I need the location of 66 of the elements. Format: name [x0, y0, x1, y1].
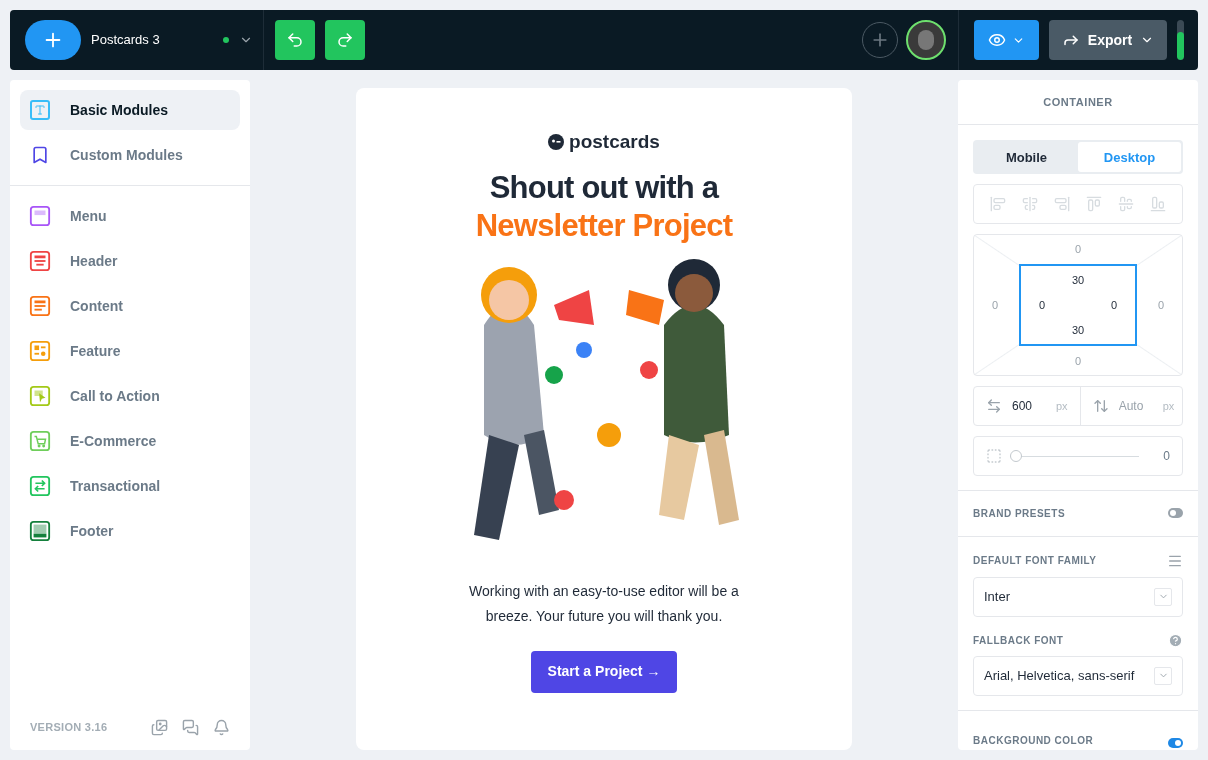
radius-slider[interactable] [1010, 450, 1140, 463]
margin-top-value[interactable]: 0 [1074, 241, 1082, 258]
module-item[interactable]: Call to Action [20, 376, 240, 416]
module-item[interactable]: Footer [20, 511, 240, 551]
width-unit: px [1056, 399, 1068, 415]
module-item[interactable]: Content [20, 286, 240, 326]
align-icon[interactable] [1086, 196, 1102, 213]
user-avatar[interactable] [906, 20, 946, 60]
margin-right-value[interactable]: 0 [1157, 297, 1164, 314]
images-icon[interactable] [151, 718, 168, 736]
height-unit: px [1162, 399, 1175, 415]
bell-icon[interactable] [213, 718, 230, 736]
version-label: VERSION 3.16 [30, 719, 109, 735]
margin-left-value[interactable]: 0 [992, 297, 999, 314]
padding-bottom-value[interactable]: 30 [1071, 321, 1085, 339]
module-item[interactable]: Menu [20, 196, 240, 236]
logo-icon [548, 134, 565, 151]
fallback-font-select[interactable]: Arial, Helvetica, sans-serif [973, 655, 1183, 696]
eye-icon [988, 31, 1006, 49]
module-item[interactable]: Header [20, 241, 240, 281]
device-tab[interactable]: Desktop [1078, 142, 1181, 173]
brand-presets-toggle[interactable] [1168, 508, 1183, 519]
align-icon[interactable] [990, 196, 1006, 213]
align-icon[interactable] [1054, 196, 1070, 213]
align-icon[interactable] [1150, 196, 1166, 213]
body-text: Working with an easy-to-use editor will be a breeze. Your future you will thank you. [468, 581, 740, 626]
heading: Shout out with a [489, 168, 719, 207]
module-item[interactable]: E-Commerce [20, 421, 240, 461]
project-name: Postcards 3 [91, 31, 161, 50]
corner-radius-icon [986, 448, 1002, 465]
undo-button[interactable] [275, 20, 315, 60]
width-icon [986, 398, 1002, 415]
module-item[interactable]: Feature [20, 331, 240, 371]
redo-button[interactable] [325, 20, 365, 60]
slider-thumb[interactable] [1010, 450, 1022, 463]
brand-presets-label: BRAND PRESETS [973, 506, 1066, 521]
height-icon [1092, 398, 1109, 415]
panel-title: CONTAINER [1043, 94, 1113, 110]
background-color-label: BACKGROUND COLOR [973, 734, 1094, 748]
sidebar-item[interactable]: Basic Modules [20, 90, 240, 130]
padding-top-value[interactable]: 30 [1071, 272, 1085, 289]
help-icon[interactable] [1168, 632, 1183, 648]
padding-right-value[interactable]: 0 [1110, 297, 1117, 314]
padding-left-value[interactable]: 0 [1039, 297, 1046, 314]
chat-icon[interactable] [182, 718, 199, 736]
add-button[interactable] [25, 20, 81, 60]
margin-bottom-value[interactable]: 0 [1074, 352, 1082, 370]
start-project-button[interactable]: Start a Project → [530, 650, 678, 693]
background-color-toggle[interactable] [1168, 738, 1183, 748]
heading-highlight: Newsletter Project [475, 206, 733, 245]
width-field[interactable]: 600 [1012, 397, 1046, 416]
align-icon[interactable] [1118, 196, 1134, 213]
module-item[interactable]: Transactional [20, 466, 240, 506]
font-family-label: DEFAULT FONT FAMILY [973, 554, 1097, 569]
logo-text: postcards [569, 130, 660, 154]
device-tab[interactable]: Mobile [975, 142, 1078, 173]
fallback-font-label: FALLBACK FONT [973, 633, 1064, 648]
preview-button[interactable] [974, 20, 1039, 60]
radius-value: 0 [1163, 448, 1170, 466]
sidebar-item[interactable]: Custom Modules [20, 135, 240, 175]
align-icon[interactable] [1022, 196, 1038, 213]
font-family-select[interactable]: Inter [973, 576, 1183, 617]
export-button[interactable]: Export [1049, 20, 1167, 60]
undo-icon [286, 31, 304, 49]
redo-icon [336, 31, 354, 49]
height-field[interactable]: Auto [1118, 397, 1153, 416]
